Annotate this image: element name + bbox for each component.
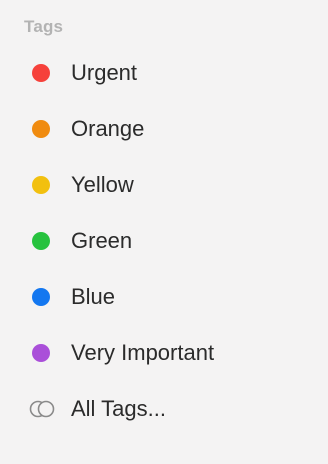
tag-color-dot-icon [32, 64, 50, 82]
tag-item-very-important[interactable]: Very Important [0, 325, 328, 381]
tag-item-blue[interactable]: Blue [0, 269, 328, 325]
tag-list: Urgent Orange Yellow Green Blue Very Imp… [0, 45, 328, 437]
tag-label: Blue [71, 284, 116, 309]
tag-label: Green [71, 228, 133, 253]
all-tags-label: All Tags... [71, 396, 166, 421]
tag-item-yellow[interactable]: Yellow [0, 157, 328, 213]
tags-sidebar-section: Tags Urgent Orange Yellow Green Blue Ver… [0, 0, 328, 464]
all-tags-item[interactable]: All Tags... [0, 381, 328, 437]
tags-icon [29, 400, 55, 418]
tag-item-orange[interactable]: Orange [0, 101, 328, 157]
tag-label: Orange [71, 116, 145, 141]
section-header-tags: Tags [24, 17, 64, 36]
tag-color-dot-icon [32, 344, 50, 362]
tag-item-urgent[interactable]: Urgent [0, 45, 328, 101]
tag-color-dot-icon [32, 176, 50, 194]
tag-label: Yellow [71, 172, 134, 197]
tag-color-dot-icon [32, 120, 50, 138]
tag-color-dot-icon [32, 288, 50, 306]
tag-label: Very Important [71, 340, 215, 365]
tag-label: Urgent [71, 60, 138, 85]
tag-color-dot-icon [32, 232, 50, 250]
tag-item-green[interactable]: Green [0, 213, 328, 269]
